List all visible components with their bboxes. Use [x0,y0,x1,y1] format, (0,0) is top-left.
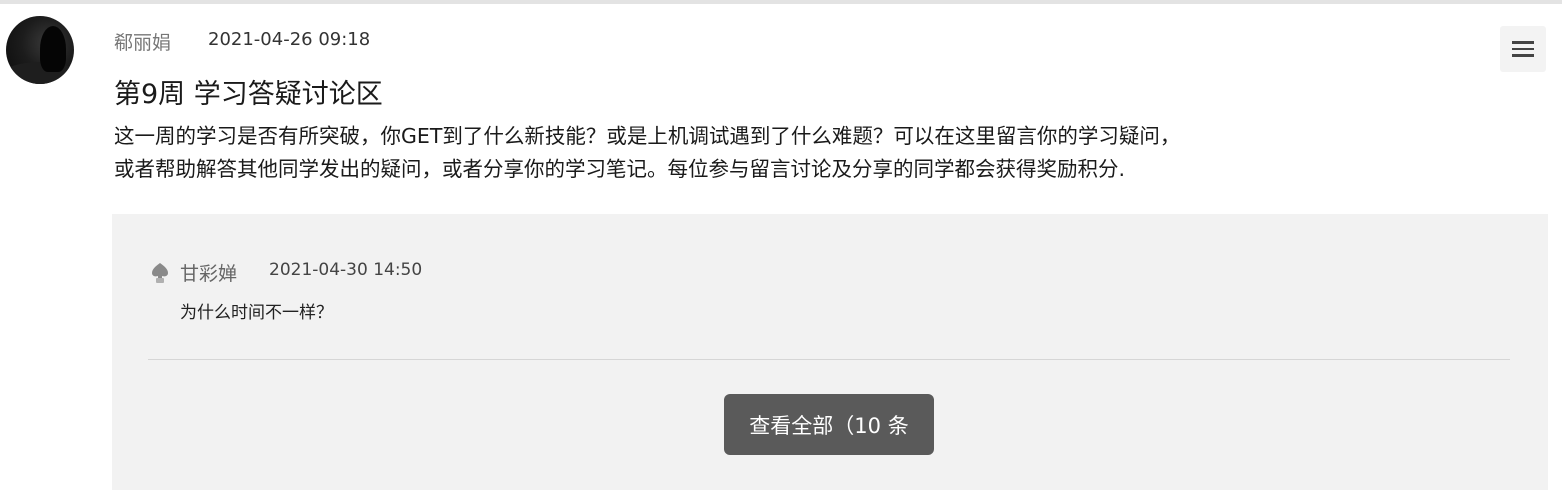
menu-button[interactable] [1500,26,1546,72]
reply-timestamp: 2021-04-30 14:50 [269,260,423,280]
post-author[interactable]: 郗丽娟 [114,28,171,55]
reply-panel: 甘彩婵 2021-04-30 14:50 为什么时间不一样？ 查看全部（10 条 [112,214,1548,490]
reply-author[interactable]: 甘彩婵 [180,259,237,286]
view-all-replies-button[interactable]: 查看全部（10 条 [724,394,934,455]
post-body: 这一周的学习是否有所突破，你GET到了什么新技能？或是上机调试遇到了什么难题？可… [114,120,1414,186]
thumbs-up-icon[interactable] [150,262,170,284]
author-avatar[interactable] [6,16,74,84]
post-title: 第9周 学习答疑讨论区 [114,79,383,110]
reply-text: 为什么时间不一样？ [180,303,333,323]
reply-divider [148,359,1510,360]
post-timestamp: 2021-04-26 09:18 [208,29,371,50]
post-body-line: 或者帮助解答其他同学发出的疑问，或者分享你的学习笔记。每位参与留言讨论及分享的同… [114,157,1126,181]
hamburger-menu-icon [1512,41,1534,44]
post-body-line: 这一周的学习是否有所突破，你GET到了什么新技能？或是上机调试遇到了什么难题？可… [114,124,1181,148]
discussion-post: 郗丽娟 2021-04-26 09:18 第9周 学习答疑讨论区 这一周的学习是… [0,0,1562,497]
